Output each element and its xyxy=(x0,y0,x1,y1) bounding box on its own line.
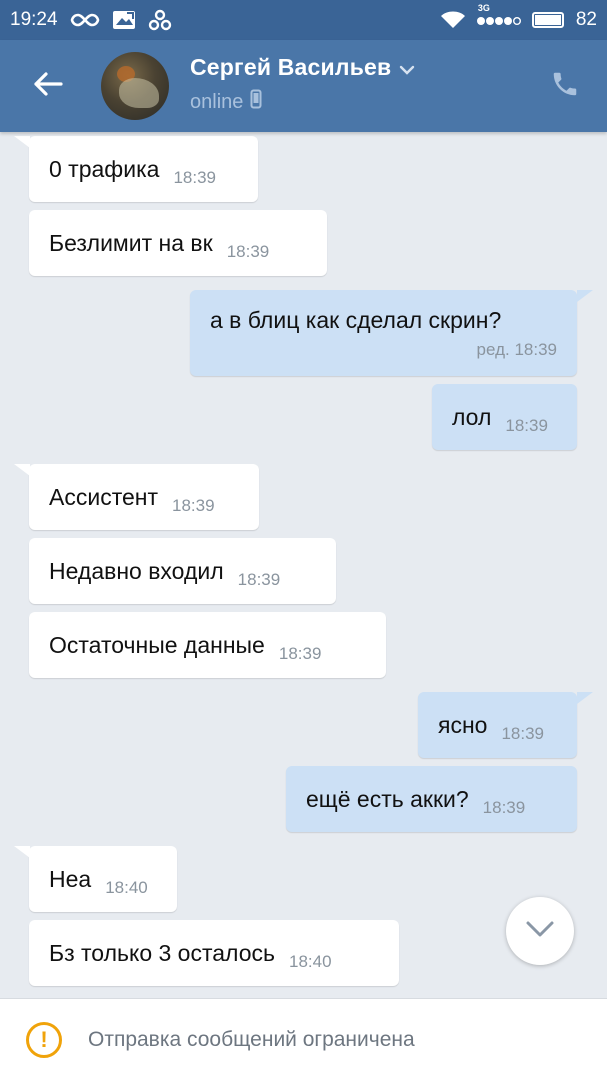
message-incoming[interactable]: Бз только 3 осталось 18:40 xyxy=(29,920,399,986)
chevron-down-icon xyxy=(399,54,415,81)
message-time: 18:40 xyxy=(289,952,332,971)
message-time: 18:39 xyxy=(173,168,216,187)
message-incoming[interactable]: Неа 18:40 xyxy=(29,846,177,912)
message-text: ещё есть акки? xyxy=(306,785,469,812)
warning-icon: ! xyxy=(26,1021,62,1058)
message-text: лол xyxy=(452,403,492,430)
message-incoming[interactable]: Остаточные данные 18:39 xyxy=(29,612,386,678)
message-outgoing[interactable]: а в блиц как сделал скрин? ред. 18:39 xyxy=(190,290,577,376)
call-button[interactable] xyxy=(545,66,585,106)
contact-status: online xyxy=(190,90,244,113)
message-incoming[interactable]: Недавно входил 18:39 xyxy=(29,538,336,604)
mobile-phone-icon xyxy=(250,89,262,115)
message-text: Неа xyxy=(49,865,92,892)
message-outgoing[interactable]: ещё есть акки? 18:39 xyxy=(286,766,577,832)
message-outgoing[interactable]: ясно 18:39 xyxy=(418,692,577,758)
status-time: 19:24 xyxy=(10,9,58,30)
signal-3g-icon: 3G xyxy=(476,3,522,27)
chevron-down-icon xyxy=(525,920,555,943)
phone-icon xyxy=(550,69,580,104)
battery-icon xyxy=(531,11,566,29)
message-incoming[interactable]: Ассистент 18:39 xyxy=(29,464,259,530)
back-button[interactable] xyxy=(0,40,96,132)
message-time: 18:39 xyxy=(237,570,281,589)
message-text: Бз только 3 осталось xyxy=(49,939,275,966)
bubble-tail xyxy=(14,464,30,476)
message-time: 18:39 xyxy=(482,798,526,817)
arrow-left-icon xyxy=(33,71,63,102)
scroll-to-bottom-button[interactable] xyxy=(506,897,574,965)
message-text: а в блиц как сделал скрин? xyxy=(210,306,502,333)
status-bar: 19:24 3G 82 xyxy=(0,0,607,40)
message-text: Недавно входил xyxy=(49,557,224,584)
bubble-tail xyxy=(577,290,593,302)
message-text: ясно xyxy=(438,711,488,738)
network-type: 3G xyxy=(477,3,490,13)
message-incoming[interactable]: 0 трафика 18:39 xyxy=(29,136,258,202)
message-outgoing[interactable]: лол 18:39 xyxy=(432,384,577,450)
bubble-tail xyxy=(14,136,30,148)
message-time: 18:39 xyxy=(501,724,544,743)
infinity-icon xyxy=(70,12,100,28)
message-list[interactable]: 0 трафика 18:39 Безлимит на вк 18:39 а в… xyxy=(0,132,607,998)
bubble-tail xyxy=(577,692,593,704)
contact-info[interactable]: Сергей Васильев online xyxy=(190,54,415,115)
contact-name: Сергей Васильев xyxy=(190,54,392,80)
chat-header: Сергей Васильев online xyxy=(0,40,607,132)
avatar[interactable] xyxy=(101,52,169,120)
message-time: 18:39 xyxy=(226,242,270,261)
image-notification-icon xyxy=(112,10,136,30)
message-incoming[interactable]: Безлимит на вк 18:39 xyxy=(29,210,327,276)
message-time: ред. 18:39 xyxy=(476,339,557,359)
message-text: 0 трафика xyxy=(49,155,160,182)
message-time: 18:39 xyxy=(505,416,548,435)
restriction-notice: Отправка сообщений ограничена xyxy=(88,1027,415,1051)
message-text: Безлимит на вк xyxy=(49,229,213,256)
wifi-icon xyxy=(440,10,466,30)
restriction-banner: ! Отправка сообщений ограничена xyxy=(0,998,607,1080)
message-text: Ассистент xyxy=(49,483,158,510)
battery-level: 82 xyxy=(575,9,597,30)
message-text: Остаточные данные xyxy=(49,631,265,658)
message-time: 18:40 xyxy=(105,878,148,897)
bubble-tail xyxy=(14,846,30,858)
message-time: 18:39 xyxy=(278,644,322,663)
message-time: 18:39 xyxy=(172,496,215,515)
vk-logo-icon xyxy=(148,9,172,31)
